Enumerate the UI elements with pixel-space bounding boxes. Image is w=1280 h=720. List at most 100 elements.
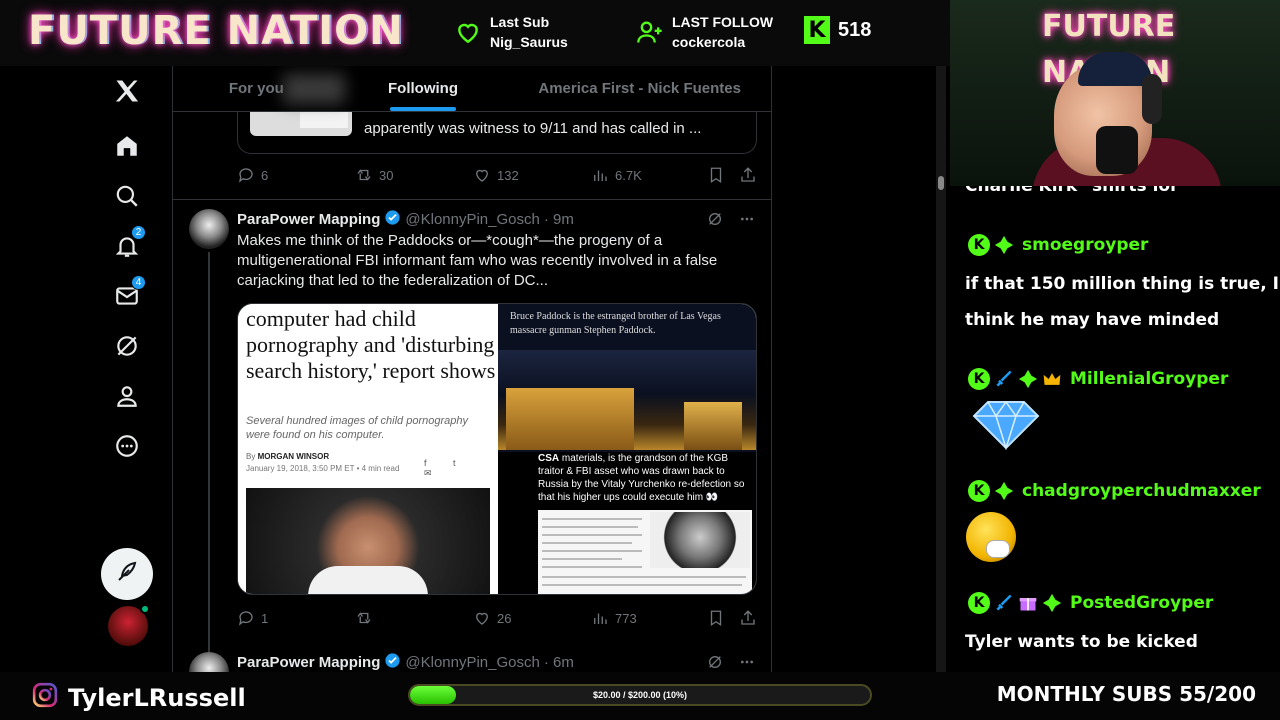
tweet-avatar[interactable] — [189, 209, 229, 249]
chat-username[interactable]: smoegroyper — [1022, 235, 1148, 255]
x-logo-icon[interactable] — [112, 76, 142, 106]
tab-following[interactable]: Following — [340, 66, 507, 111]
bell-icon[interactable]: 2 — [112, 225, 146, 261]
tweet-time[interactable]: · 9m — [544, 211, 574, 228]
mail-icon[interactable]: 4 — [112, 275, 146, 311]
sword-badge-icon — [994, 369, 1014, 389]
repost-button[interactable] — [355, 609, 379, 627]
chat-username[interactable]: chadgroyperchudmaxxer — [1022, 481, 1261, 501]
heart-outline-icon — [476, 612, 488, 625]
bookmark-button[interactable] — [707, 166, 725, 184]
headset — [1142, 74, 1162, 124]
diamond-badge-icon — [1042, 593, 1062, 613]
microphone — [1096, 126, 1138, 174]
tab-america-first[interactable]: America First - Nick Fuentes — [506, 66, 771, 111]
compose-post-button[interactable] — [101, 548, 153, 600]
article-share-icons: f t ✉ — [424, 458, 468, 478]
views-button[interactable]: 6.7K — [591, 166, 642, 184]
tweet-header-actions — [707, 654, 755, 672]
chat-message-text: think he may have minded — [965, 310, 1220, 330]
bookmark-button[interactable] — [707, 609, 725, 627]
chat-username-row: K PostedGroyper — [968, 592, 1213, 614]
last-sub-value: Nig_Saurus — [490, 34, 568, 50]
news-article-image[interactable]: computer had child pornography and 'dist… — [238, 304, 497, 594]
timeline-tabs: For you Following America First - Nick F… — [173, 66, 771, 112]
share-button[interactable] — [739, 609, 757, 627]
gift-badge-icon — [1018, 593, 1038, 613]
tweet-actions: 1 26 773 — [237, 609, 757, 633]
kick-count-value: 518 — [838, 18, 872, 41]
screenshot-tweet-text: CSA materials, is the grandson of the KG… — [538, 453, 745, 503]
chat-username[interactable]: PostedGroyper — [1070, 593, 1213, 613]
scrollbar-thumb[interactable] — [938, 176, 944, 190]
reply-icon — [238, 168, 253, 183]
share-icon — [741, 610, 755, 625]
repost-button[interactable]: 30 — [355, 166, 393, 184]
message-badge: 4 — [131, 275, 146, 290]
share-icon — [741, 167, 755, 182]
tweet-time[interactable]: · 6m — [544, 654, 574, 671]
heart-outline-icon — [476, 169, 488, 182]
more-options-icon[interactable] — [739, 211, 755, 232]
tweet-text: Makes me think of the Paddocks or—*cough… — [237, 232, 718, 289]
sword-badge-icon — [994, 593, 1014, 613]
diamond-badge-icon — [994, 235, 1014, 255]
chat-message-text: Tyler wants to be kicked — [965, 632, 1198, 652]
more-options-icon[interactable] — [739, 654, 755, 672]
article-date: January 19, 2018, 3:50 PM ET • 4 min rea… — [246, 464, 400, 473]
donation-goal-bar: $20.00 / $200.00 (10%) — [408, 684, 872, 706]
grok-icon[interactable] — [112, 331, 142, 361]
feather-icon — [115, 560, 139, 589]
page-scrollbar[interactable] — [936, 66, 946, 672]
author-handle[interactable]: @KlonnyPin_Gosch — [405, 654, 539, 671]
share-button[interactable] — [739, 166, 757, 184]
instagram-username: TylerLRussell — [68, 683, 246, 712]
last-follow-value: cockercola — [672, 34, 746, 50]
author-handle[interactable]: @KlonnyPin_Gosch — [405, 211, 539, 228]
more-icon[interactable] — [112, 431, 142, 461]
prev-tweet-actions: 6 30 132 6.7K — [237, 166, 757, 190]
reply-icon — [238, 611, 253, 626]
author-name[interactable]: ParaPower Mapping — [237, 654, 380, 671]
profile-icon[interactable] — [112, 381, 142, 411]
search-icon[interactable] — [112, 181, 142, 211]
online-dot — [140, 604, 150, 614]
chat-username[interactable]: MillenialGroyper — [1070, 369, 1228, 389]
grok-icon[interactable] — [707, 211, 723, 232]
tweet-avatar[interactable] — [189, 652, 229, 672]
tweet-media[interactable]: computer had child pornography and 'dist… — [237, 303, 757, 595]
heart-icon — [454, 19, 482, 45]
quoted-tweet-card[interactable]: apparently was witness to 9/11 and has c… — [237, 112, 757, 154]
last-sub-label: Last Sub — [490, 14, 550, 30]
grok-icon[interactable] — [707, 654, 723, 672]
like-button[interactable]: 26 — [473, 609, 511, 627]
views-button[interactable]: 773 — [591, 609, 637, 627]
author-name[interactable]: ParaPower Mapping — [237, 211, 380, 228]
kick-badge-icon: K — [968, 234, 990, 256]
reply-button[interactable]: 6 — [237, 166, 268, 184]
article-byline: By MORGAN WINSOR — [246, 452, 330, 461]
stream-chat-panel: FUTURE NATION Charlie Kirk" shirts lol K… — [950, 0, 1280, 672]
account-avatar[interactable] — [108, 604, 150, 646]
kick-badge-icon: K — [968, 480, 990, 502]
verified-icon — [384, 209, 401, 230]
like-button[interactable]: 132 — [473, 166, 519, 184]
instagram-icon — [32, 682, 58, 713]
last-follow-label: LAST FOLLOW — [672, 14, 774, 30]
kick-badge-icon: K — [968, 592, 990, 614]
archival-portrait — [650, 512, 750, 568]
article-subhead: Several hundred images of child pornogra… — [246, 415, 468, 441]
tweet-header: ParaPower Mapping @KlonnyPin_Gosch · 9m — [237, 209, 574, 230]
home-icon[interactable] — [112, 131, 142, 161]
diamond-emote — [970, 400, 1042, 451]
monthly-subs-counter: MONTHLY SUBS 55/200 — [996, 682, 1256, 706]
future-nation-logo: FUTURE NATION — [28, 8, 404, 54]
article-headline: computer had child pornography and 'dist… — [246, 306, 496, 383]
last-follow-widget: LAST FOLLOW cockercola — [636, 12, 773, 52]
reply-button[interactable]: 1 — [237, 609, 268, 627]
collage-image[interactable]: Bruce Paddock is the estranged brother o… — [498, 304, 756, 594]
tab-for-you[interactable]: For you — [173, 66, 345, 111]
diamond-badge-icon — [1018, 369, 1038, 389]
repost-icon — [357, 612, 371, 624]
smiley-emote — [966, 512, 1016, 562]
